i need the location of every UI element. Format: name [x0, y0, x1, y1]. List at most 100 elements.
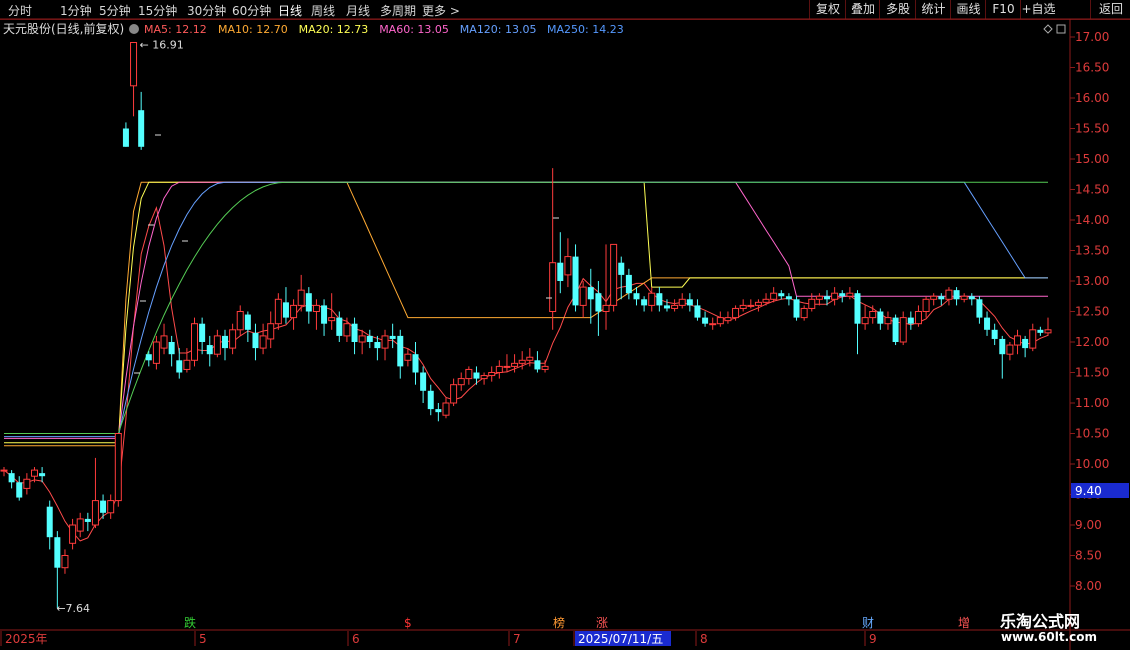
ma-legend: 天元股份(日线,前复权) MA5: 12.12 MA10: 12.70 MA20: 1… [3, 21, 624, 36]
candle-body [168, 342, 175, 355]
candle-body [716, 317, 724, 325]
candle-body [145, 354, 152, 361]
candle-body [374, 342, 381, 349]
y-tick-label: 9.00 [1075, 518, 1102, 532]
candle-body [877, 311, 884, 324]
candle-body [412, 354, 419, 373]
event-marker-1: $ [404, 616, 412, 630]
y-tick-label: 11.00 [1075, 396, 1109, 410]
legend-item-5: MA250: 14.23 [547, 23, 624, 36]
y-tick-label: 16.00 [1075, 91, 1109, 105]
date-label-5: 8 [700, 632, 708, 646]
event-marker-4: 财 [862, 616, 874, 630]
event-marker-3: 涨 [596, 615, 608, 630]
candle-body [869, 311, 877, 319]
candle-body [892, 317, 899, 342]
candle-body [366, 335, 373, 342]
candle-body [595, 293, 602, 312]
candle-body [831, 292, 839, 300]
candle-body [8, 473, 15, 483]
candle-body [914, 311, 922, 325]
candle-body [259, 335, 267, 349]
candle-body [610, 243, 618, 306]
legend-toggle-icon [129, 24, 139, 34]
candle-body [397, 335, 404, 367]
event-marker-5: 增 [958, 616, 970, 630]
candle-body [960, 295, 968, 300]
candle-body [420, 372, 427, 391]
candle-body [191, 323, 199, 361]
legend-item-0: MA5: 12.12 [144, 23, 207, 36]
candle-body [473, 372, 480, 379]
candle-body [236, 311, 244, 331]
candle-body [602, 304, 610, 312]
legend-item-2: MA20: 12.73 [299, 23, 369, 36]
settings-square-icon [1056, 24, 1066, 34]
candle-body [465, 368, 473, 380]
candle-body [557, 262, 564, 281]
candle-body [541, 365, 549, 370]
candle-body [495, 365, 503, 373]
y-tick-label: 13.00 [1075, 274, 1109, 288]
candle-body [785, 296, 792, 300]
candle-body [229, 329, 237, 349]
candle-body [457, 378, 465, 386]
candle-body [488, 372, 496, 377]
candle-body [618, 262, 625, 275]
candle-body [732, 307, 740, 319]
candle-body [1037, 329, 1044, 333]
y-tick-label: 14.50 [1075, 183, 1109, 197]
candle-body [336, 317, 343, 336]
candle-body [312, 304, 320, 312]
candle-body [252, 332, 259, 349]
candle-body [846, 292, 854, 297]
candle-body [984, 317, 991, 330]
candle-body [305, 293, 312, 312]
candle-body [778, 293, 785, 297]
candle-body [938, 296, 945, 300]
date-label-4: 2025/07/11/五 [578, 632, 663, 646]
date-label-3: 7 [513, 632, 521, 646]
candle-body [572, 256, 579, 306]
candle-body [854, 293, 861, 324]
candle-body [534, 360, 541, 370]
candle-body [381, 335, 389, 349]
y-tick-label: 15.00 [1075, 152, 1109, 166]
candle-body [351, 323, 358, 342]
candle-body [122, 128, 129, 147]
candle-body [176, 360, 183, 373]
candle-body [244, 314, 251, 330]
candle-body [999, 338, 1006, 355]
candle-body [579, 286, 587, 306]
date-label-2: 6 [352, 632, 360, 646]
candle-body [1006, 344, 1014, 355]
ma-line-ma60 [4, 181, 1048, 439]
candle-body [84, 518, 91, 522]
low-price-label: ←7.64 [56, 602, 90, 615]
candle-body [404, 353, 412, 361]
candle-body [953, 290, 960, 300]
candle-body [152, 341, 160, 364]
y-tick-label: 12.00 [1075, 335, 1109, 349]
candle-body [358, 335, 366, 343]
ma-line-ma10 [4, 181, 1048, 447]
y-tick-label: 8.00 [1075, 579, 1102, 593]
candle-body [839, 293, 846, 297]
candle-body [221, 335, 228, 349]
candle-body [899, 317, 907, 343]
candle-body [1014, 335, 1022, 346]
watermark-url: www.60lt.com [1001, 630, 1098, 644]
event-marker-0: 跌 [184, 615, 196, 630]
legend-item-1: MA10: 12.70 [218, 23, 288, 36]
candle-body [46, 506, 53, 538]
y-tick-label: 10.00 [1075, 457, 1109, 471]
y-tick-label: 13.50 [1075, 244, 1109, 258]
candle-body [100, 500, 107, 513]
candle-body [808, 298, 816, 309]
candle-body [30, 469, 38, 477]
candle-body [793, 299, 800, 318]
candle-body [503, 365, 511, 368]
candle-body [511, 362, 519, 367]
candle-body [427, 390, 434, 410]
ma-line-ma5 [3, 205, 1049, 542]
